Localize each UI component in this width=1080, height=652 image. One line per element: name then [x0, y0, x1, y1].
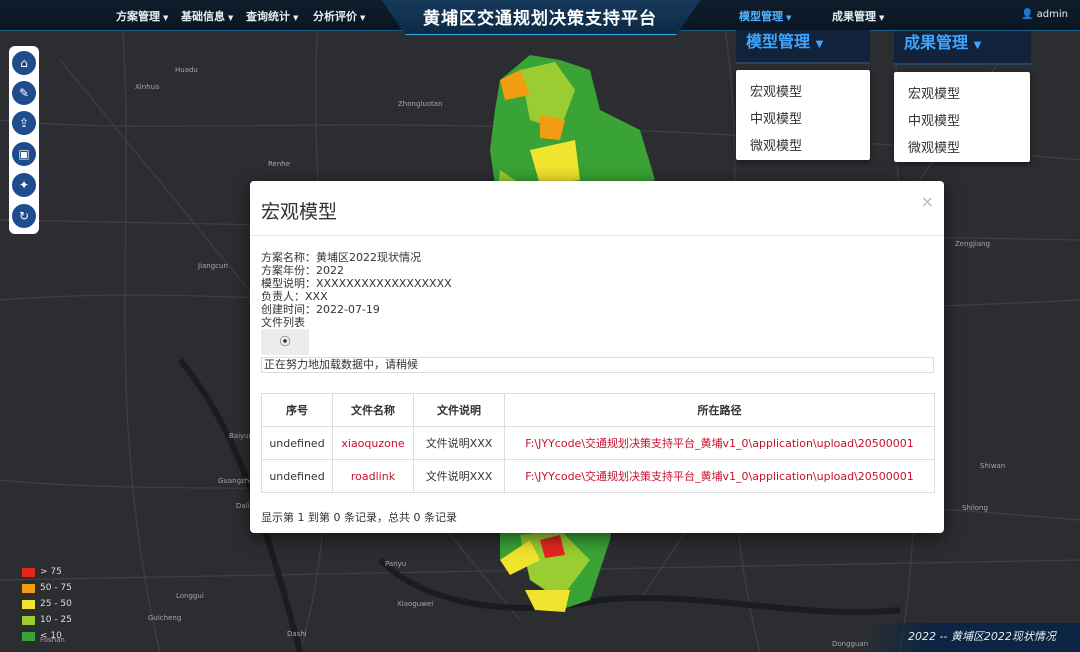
file-list-label: 文件列表 — [261, 316, 305, 329]
refresh-icon[interactable]: ↻ — [12, 204, 36, 228]
macro-model-modal: 宏观模型 × 方案名称：黄埔区2022现状情况 方案年份：2022 模型说明：X… — [250, 181, 944, 533]
magic-wand-icon[interactable]: ✦ — [12, 173, 36, 197]
map-label: Zengjiang — [955, 240, 991, 248]
modal-title: 宏观模型 — [261, 201, 338, 223]
caret-down-icon: ▼ — [786, 14, 792, 22]
cell-file-description: 文件说明XXX — [413, 459, 505, 493]
model-management-dropdown: 宏观模型 中观模型 微观模型 — [736, 70, 870, 160]
cell-path[interactable]: F:\JYYcode\交通规划决策支持平台_黄埔v1_0\application… — [504, 426, 935, 460]
map-label: Huadu — [175, 66, 198, 74]
legend-swatch — [22, 600, 35, 609]
cell-file-name[interactable]: xiaoquzone — [332, 426, 414, 460]
divider — [250, 235, 944, 236]
edit-icon[interactable]: ✎ — [12, 81, 36, 105]
legend-swatch — [22, 632, 35, 641]
legend-label: > 75 — [40, 567, 62, 577]
map-label: Dali — [236, 502, 250, 510]
home-icon[interactable]: ⌂ — [12, 51, 36, 75]
table-row[interactable]: undefined xiaoquzone 文件说明XXX F:\JYYcode\… — [261, 426, 935, 460]
legend-swatch — [22, 584, 35, 593]
nav-result-management[interactable]: 成果管理 ▼ — [832, 8, 884, 24]
map-label: Xinhua — [135, 83, 160, 91]
cell-file-description: 文件说明XXX — [413, 426, 505, 460]
loading-spinner-icon: ⦿ — [261, 329, 309, 355]
caret-down-icon: ▼ — [360, 14, 366, 22]
column-header-index[interactable]: 序号 — [261, 393, 333, 427]
caret-down-icon: ▼ — [293, 14, 299, 22]
menu-item-micro-model[interactable]: 微观模型 — [908, 137, 960, 156]
table-row[interactable]: undefined roadlink 文件说明XXX F:\JYYcode\交通… — [261, 459, 935, 493]
scenario-label: 2022 -- 黄埔区2022现状情况 — [908, 630, 1056, 643]
pagination-info: 显示第 1 到第 0 条记录，总共 0 条记录 — [261, 511, 457, 524]
file-table: 序号 文件名称 文件说明 所在路径 undefined xiaoquzone 文… — [261, 393, 935, 493]
result-management-dropdown: 宏观模型 中观模型 微观模型 — [894, 72, 1030, 162]
caret-down-icon: ▼ — [973, 40, 982, 51]
nav-analysis-evaluation[interactable]: 分析评价 ▼ — [313, 8, 365, 24]
map-label: Guicheng — [148, 614, 182, 622]
menu-item-macro-model[interactable]: 宏观模型 — [908, 83, 960, 102]
close-icon[interactable]: × — [921, 192, 934, 211]
menu-item-micro-model[interactable]: 微观模型 — [750, 135, 802, 154]
map-label: Shilong — [962, 504, 988, 512]
image-icon[interactable]: ▣ — [12, 142, 36, 166]
menu-item-meso-model[interactable]: 中观模型 — [750, 108, 802, 127]
map-label: Xiaoguwei — [397, 600, 434, 608]
column-header-file-name[interactable]: 文件名称 — [332, 393, 414, 427]
cell-file-name[interactable]: roadlink — [332, 459, 414, 493]
user-menu[interactable]: 👤 admin — [1021, 9, 1068, 20]
caret-down-icon: ▼ — [879, 14, 885, 22]
map-toolbar: ⌂ ✎ ⇪ ▣ ✦ ↻ — [9, 46, 39, 234]
app-title: 黄埔区交通规划决策支持平台 — [423, 9, 657, 29]
map-label: Longgui — [176, 592, 204, 600]
map-label: Zhongluotan — [398, 100, 443, 108]
map-label: Jiangcun — [198, 262, 228, 270]
result-management-dropdown-header[interactable]: 成果管理 ▼ — [894, 31, 1031, 65]
map-label: Shiwan — [980, 462, 1006, 470]
map-label: Renhe — [268, 160, 291, 168]
caret-down-icon: ▼ — [815, 39, 824, 50]
nav-scheme-management[interactable]: 方案管理 ▼ — [116, 8, 168, 24]
upload-icon[interactable]: ⇪ — [12, 111, 36, 135]
cell-path[interactable]: F:\JYYcode\交通规划决策支持平台_黄埔v1_0\application… — [504, 459, 935, 493]
nav-model-management[interactable]: 模型管理 ▼ — [739, 8, 791, 24]
legend-swatch — [22, 568, 35, 577]
model-management-dropdown-header[interactable]: 模型管理 ▼ — [736, 30, 870, 64]
legend-swatch — [22, 616, 35, 625]
cell-index: undefined — [261, 426, 333, 460]
caret-down-icon: ▼ — [163, 14, 169, 22]
legend-label: 10 - 25 — [40, 615, 72, 625]
map-label: Panyu — [385, 560, 407, 568]
menu-item-macro-model[interactable]: 宏观模型 — [750, 81, 802, 100]
cell-index: undefined — [261, 459, 333, 493]
legend-label: 50 - 75 — [40, 583, 72, 593]
table-header-row: 序号 文件名称 文件说明 所在路径 — [261, 393, 935, 427]
caret-down-icon: ▼ — [228, 14, 234, 22]
legend-label: < 10 — [40, 631, 62, 641]
legend-label: 25 - 50 — [40, 599, 72, 609]
column-header-path[interactable]: 所在路径 — [504, 393, 935, 427]
menu-item-meso-model[interactable]: 中观模型 — [908, 110, 960, 129]
nav-basic-info[interactable]: 基础信息 ▼ — [181, 8, 233, 24]
nav-query-statistics[interactable]: 查询统计 ▼ — [246, 8, 298, 24]
map-label: Dashi — [287, 630, 307, 638]
map-label: Dongguan — [832, 640, 869, 648]
user-icon: 👤 — [1021, 9, 1034, 20]
column-header-file-description[interactable]: 文件说明 — [413, 393, 505, 427]
loading-message: 正在努力地加载数据中，请稍候 — [261, 357, 934, 373]
